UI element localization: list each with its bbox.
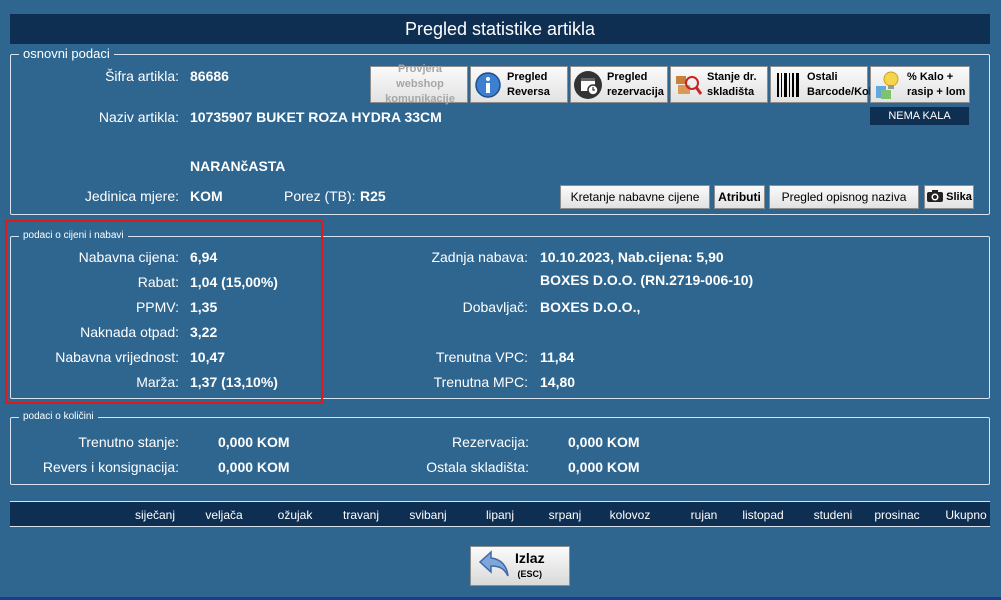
reversa-button[interactable]: Pregled Reversa bbox=[470, 66, 568, 103]
other-warehouses-label-2: skladišta bbox=[707, 85, 755, 98]
unit-value: KOM bbox=[190, 188, 223, 204]
other-warehouses-label-1: Stanje dr. bbox=[707, 70, 757, 83]
calendar-clock-icon bbox=[573, 70, 603, 100]
month-header: studeni bbox=[813, 508, 853, 522]
reservation-value: 0,000 KOM bbox=[568, 434, 640, 450]
month-header: travanj bbox=[342, 508, 380, 522]
item-code-label: Šifra artikla: bbox=[105, 68, 179, 84]
reservations-button[interactable]: Pregled rezervacija bbox=[570, 66, 668, 103]
item-name-value-line1: 10735907 BUKET ROZA HYDRA 33CM bbox=[190, 109, 442, 125]
consignment-label: Revers i konsignacija: bbox=[42, 459, 179, 475]
other-warehouses-qty-label: Ostala skladišta: bbox=[426, 459, 529, 475]
image-button[interactable]: Slika bbox=[924, 185, 974, 209]
barcode-button[interactable]: Ostali Barcode/Kol bbox=[770, 66, 872, 103]
current-stock-label: Trenutno stanje: bbox=[78, 434, 179, 450]
months-header: siječanj veljača ožujak travanj svibanj … bbox=[10, 501, 990, 527]
tax-label: Porez (TB): bbox=[284, 188, 356, 204]
item-name-value-line2: NARANčASTA bbox=[190, 158, 286, 174]
price-history-button[interactable]: Kretanje nabavne cijene bbox=[560, 185, 710, 209]
wholesale-price-value: 11,84 bbox=[540, 349, 575, 365]
camera-icon bbox=[926, 189, 944, 206]
barcode-label-1: Ostali bbox=[807, 70, 838, 83]
reversa-label-2: Reversa bbox=[507, 85, 550, 98]
month-header: kolovoz bbox=[609, 508, 651, 522]
warehouse-search-icon bbox=[673, 70, 703, 100]
exit-shortcut: (ESC) bbox=[517, 569, 543, 579]
current-stock-value: 0,000 KOM bbox=[218, 434, 290, 450]
bulb-boxes-icon bbox=[873, 70, 903, 100]
reversa-label-1: Pregled bbox=[507, 70, 548, 83]
barcode-label-2: Barcode/Kol bbox=[807, 85, 872, 98]
month-header: svibanj bbox=[409, 508, 447, 522]
supplier-label: Dobavljač: bbox=[462, 299, 528, 315]
reservations-label-1: Pregled bbox=[607, 70, 648, 83]
retail-price-label: Trenutna MPC: bbox=[433, 374, 528, 390]
month-header: listopad bbox=[742, 508, 784, 522]
window-title: Pregled statistike artikla bbox=[10, 14, 990, 44]
month-header: veljača bbox=[205, 508, 243, 522]
item-code-value: 86686 bbox=[190, 68, 229, 84]
month-header: siječanj bbox=[134, 508, 176, 522]
reservation-label: Rezervacija: bbox=[451, 434, 529, 450]
shrinkage-label-1: % Kalo + bbox=[907, 70, 954, 83]
basic-info-legend: osnovni podaci bbox=[19, 47, 114, 61]
highlight-box bbox=[5, 220, 323, 404]
webshop-check-label-1: Provjera webshop bbox=[396, 63, 444, 90]
consignment-value: 0,000 KOM bbox=[218, 459, 290, 475]
reservations-label-2: rezervacija bbox=[607, 85, 664, 98]
shrinkage-label-2: rasip + lom bbox=[907, 85, 966, 98]
month-header: srpanj bbox=[548, 508, 582, 522]
supplier-value: BOXES D.O.O., bbox=[540, 299, 641, 315]
wholesale-price-label: Trenutna VPC: bbox=[435, 349, 528, 365]
barcode-icon bbox=[773, 70, 803, 100]
item-name-label: Naziv artikla: bbox=[98, 109, 179, 125]
tax-value: R25 bbox=[360, 188, 386, 204]
image-button-label: Slika bbox=[946, 191, 972, 203]
description-button[interactable]: Pregled opisnog naziva bbox=[769, 185, 919, 209]
webshop-check-button[interactable]: Provjera webshop komunikacije bbox=[370, 63, 468, 105]
other-warehouses-button[interactable]: Stanje dr. skladišta bbox=[670, 66, 768, 103]
info-icon bbox=[473, 70, 503, 100]
exit-label: Izlaz bbox=[515, 550, 545, 566]
retail-price-value: 14,80 bbox=[540, 374, 576, 390]
back-arrow-icon bbox=[477, 549, 511, 584]
no-shrinkage-badge: NEMA KALA bbox=[870, 107, 969, 125]
unit-label: Jedinica mjere: bbox=[84, 188, 179, 204]
month-header: prosinac bbox=[874, 508, 920, 522]
other-warehouses-qty-value: 0,000 KOM bbox=[568, 459, 640, 475]
webshop-check-label-2: komunikacije bbox=[385, 93, 455, 105]
attributes-button[interactable]: Atributi bbox=[714, 185, 765, 209]
month-header: ožujak bbox=[277, 508, 313, 522]
month-header-total: Ukupno bbox=[945, 508, 987, 522]
exit-button[interactable]: Izlaz (ESC) bbox=[470, 546, 570, 586]
last-purchase-label: Zadnja nabava: bbox=[431, 249, 528, 265]
last-purchase-value-line1: 10.10.2023, Nab.cijena: 5,90 bbox=[540, 249, 724, 265]
last-purchase-value-line2: BOXES D.O.O. (RN.2719-006-10) bbox=[540, 272, 754, 288]
month-header: lipanj bbox=[485, 508, 515, 522]
month-header: rujan bbox=[690, 508, 718, 522]
shrinkage-button[interactable]: % Kalo + rasip + lom bbox=[870, 66, 970, 103]
quantity-info-legend: podaci o količini bbox=[19, 410, 98, 424]
